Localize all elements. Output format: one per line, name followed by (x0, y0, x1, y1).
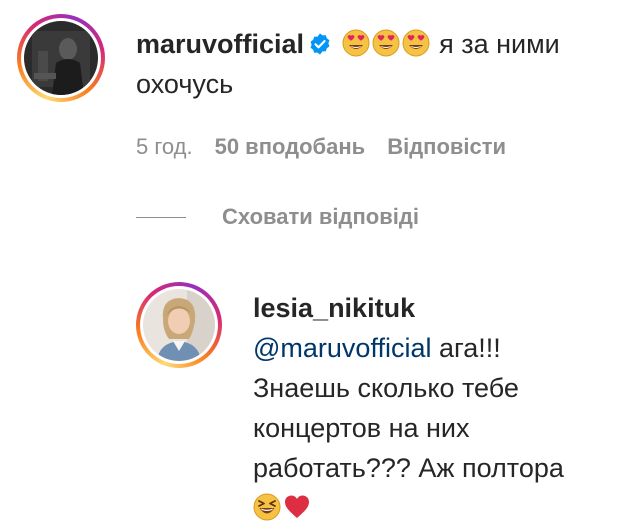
avatar-photo (24, 21, 98, 95)
verified-badge-icon (310, 33, 330, 55)
comment-username[interactable]: maruvofficial (136, 29, 304, 59)
heart-eyes-emoji (342, 29, 370, 57)
reply-body: lesia_nikituk @maruvofficial ага!!! Знае… (253, 288, 583, 528)
reply-button[interactable]: Відповісти (387, 134, 506, 160)
hide-replies-button[interactable]: Сховати відповіді (136, 204, 419, 230)
heart-eyes-emoji (372, 29, 400, 57)
replies-divider (136, 216, 186, 218)
comment-meta: 5 год. 50 вподобань Відповісти (136, 134, 506, 160)
grinning-squinting-emoji (253, 493, 281, 521)
comment-likes[interactable]: 50 вподобань (215, 134, 366, 160)
reply-avatar[interactable] (136, 282, 222, 368)
comment-time[interactable]: 5 год. (136, 134, 193, 160)
heart-eyes-emoji (402, 29, 430, 57)
reply-mention[interactable]: @maruvofficial (253, 333, 431, 363)
reply-username[interactable]: lesia_nikituk (253, 293, 415, 323)
red-heart-emoji (285, 495, 309, 518)
hide-replies-label: Сховати відповіді (222, 204, 419, 229)
comment-body: maruvofficial я за ними охочусь (136, 24, 606, 104)
commenter-avatar[interactable] (17, 14, 105, 102)
avatar-photo (143, 289, 215, 361)
